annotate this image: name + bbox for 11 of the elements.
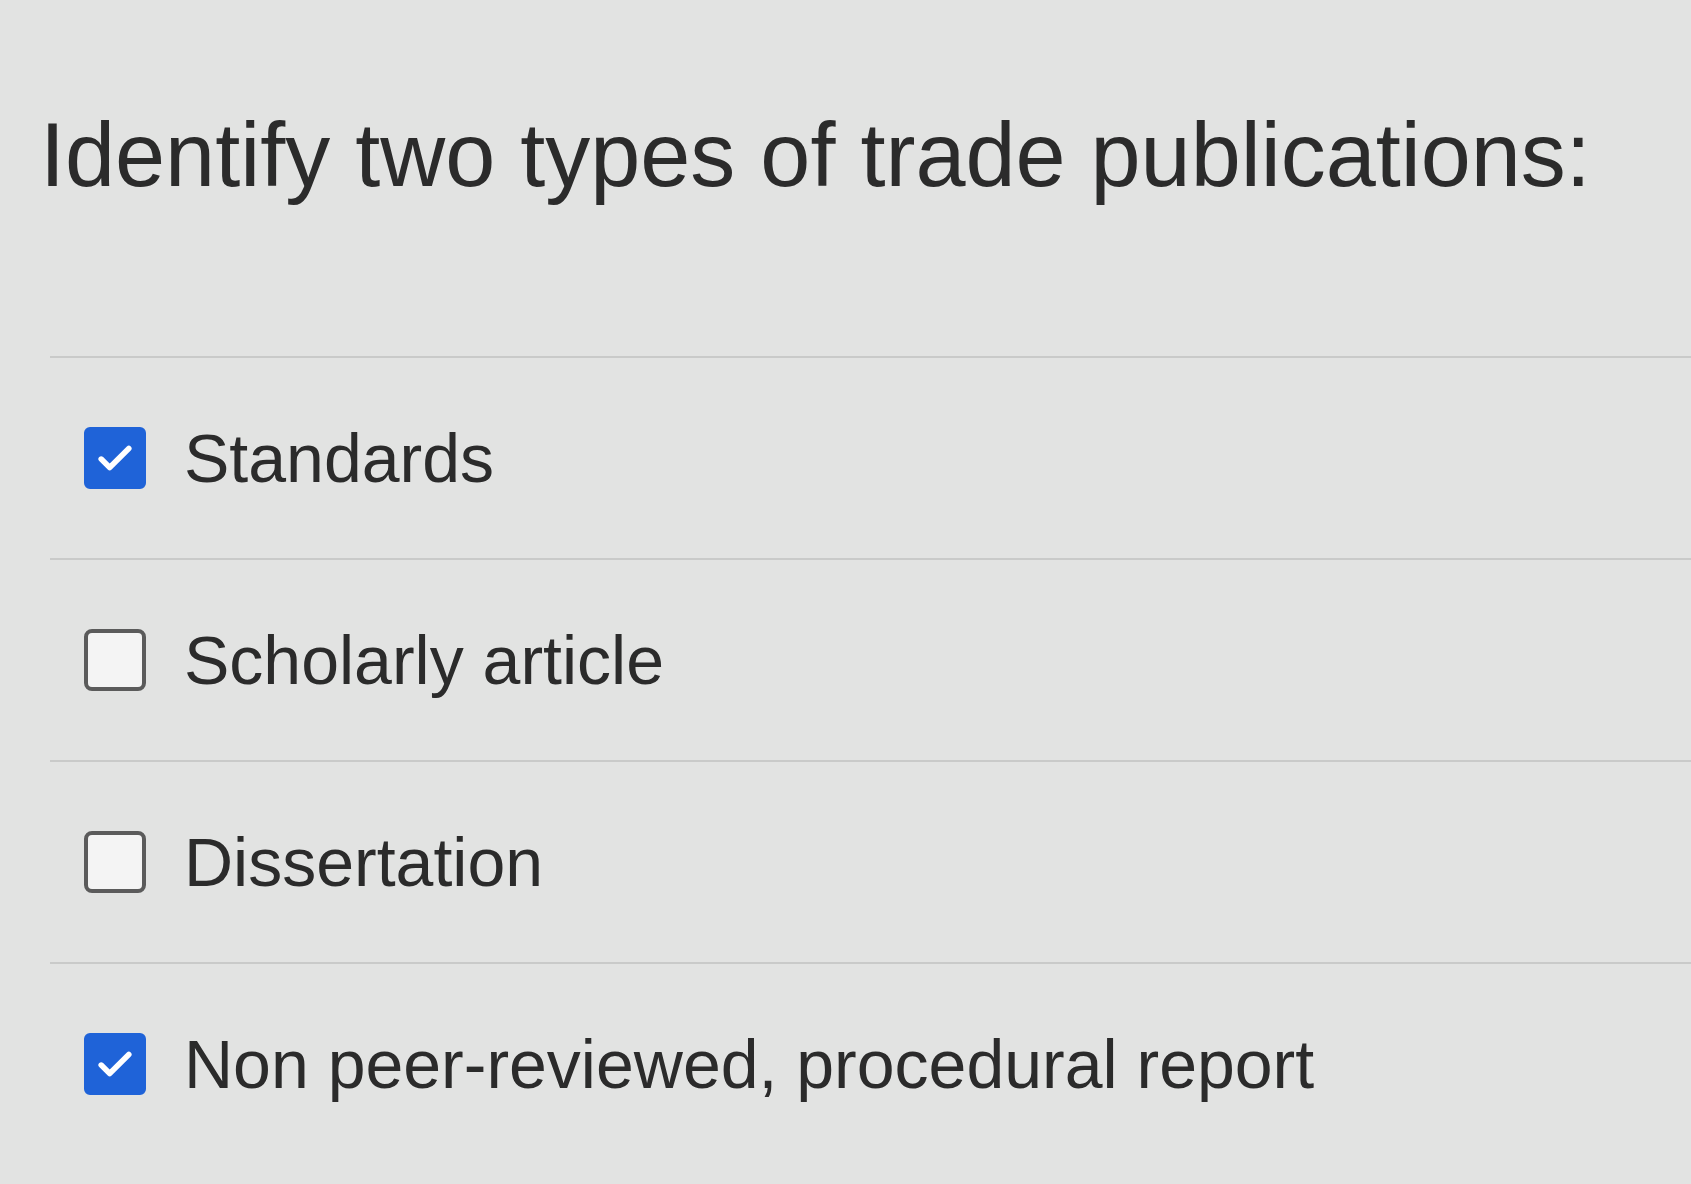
option-label: Non peer-reviewed, procedural report <box>184 1025 1315 1104</box>
check-icon <box>98 445 132 471</box>
option-label: Dissertation <box>184 823 544 902</box>
checkbox[interactable] <box>84 629 146 691</box>
option-label: Standards <box>184 419 494 498</box>
check-icon <box>98 1051 132 1077</box>
checkbox[interactable] <box>84 831 146 893</box>
option-label: Scholarly article <box>184 621 664 700</box>
checkbox[interactable] <box>84 427 146 489</box>
question-text: Identify two types of trade publications: <box>40 104 1591 207</box>
checkbox[interactable] <box>84 1033 146 1095</box>
